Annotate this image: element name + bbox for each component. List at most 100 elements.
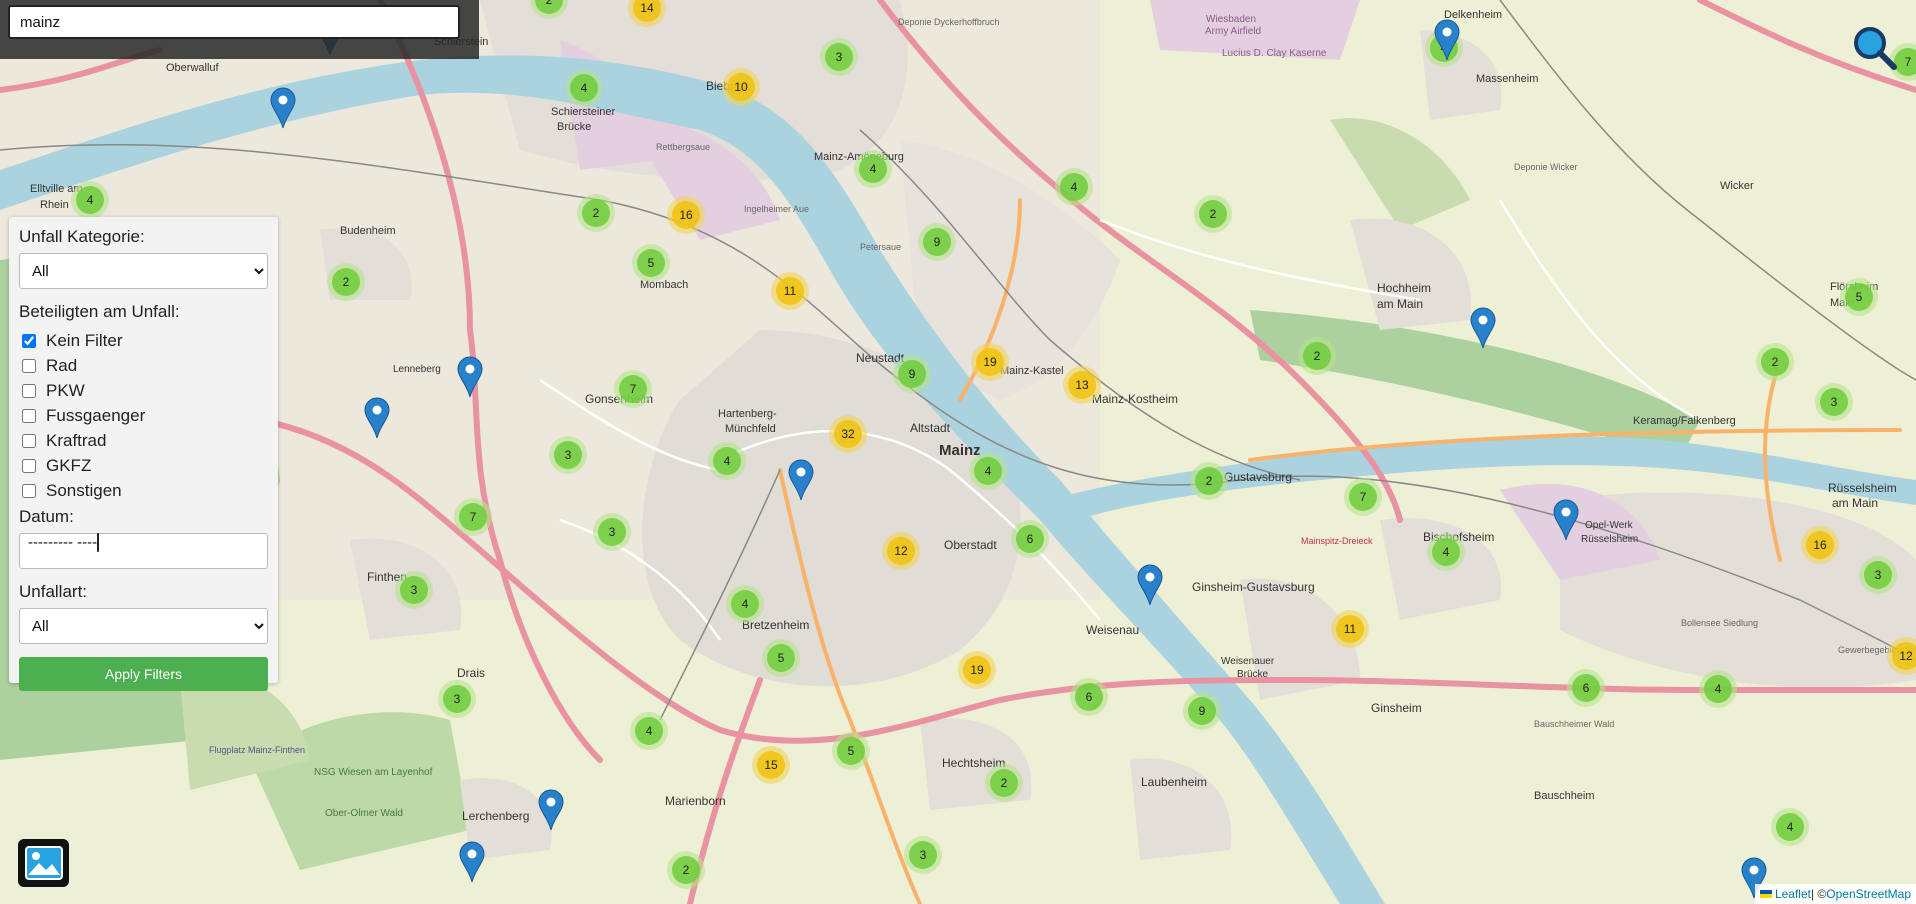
- image-icon[interactable]: [18, 839, 69, 887]
- place-label: Delkenheim: [1444, 9, 1502, 21]
- cluster-marker[interactable]: 4: [1699, 670, 1737, 708]
- cluster-marker[interactable]: 32: [829, 415, 867, 453]
- cluster-marker[interactable]: 10: [722, 68, 760, 106]
- place-label: Brücke: [557, 121, 591, 133]
- place-label: Mainz: [939, 442, 981, 459]
- cluster-marker[interactable]: 11: [771, 272, 809, 310]
- cluster-marker[interactable]: 13: [1063, 366, 1101, 404]
- cluster-marker[interactable]: 7: [614, 370, 652, 408]
- participant-label: Rad: [46, 355, 78, 375]
- type-select[interactable]: All: [19, 608, 268, 644]
- cluster-marker[interactable]: 2: [1194, 195, 1232, 233]
- cluster-marker[interactable]: 2: [667, 851, 705, 889]
- cluster-marker[interactable]: 19: [958, 651, 996, 689]
- place-label: Rüsselsheim: [1828, 481, 1897, 495]
- cluster-count: 5: [778, 651, 785, 665]
- apply-filters-button[interactable]: Apply Filters: [19, 657, 268, 691]
- cluster-marker[interactable]: 4: [708, 442, 746, 480]
- calendar-icon[interactable]: [97, 533, 100, 552]
- cluster-marker[interactable]: 19: [971, 343, 1009, 381]
- cluster-marker[interactable]: 5: [832, 732, 870, 770]
- cluster-marker[interactable]: 2: [985, 764, 1023, 802]
- cluster-marker[interactable]: 3: [904, 836, 942, 874]
- cluster-marker[interactable]: 9: [893, 355, 931, 393]
- cluster-marker[interactable]: 2: [1756, 343, 1794, 381]
- place-label: Oberstadt: [944, 538, 997, 552]
- cluster-marker[interactable]: 7: [1344, 478, 1382, 516]
- cluster-count: 2: [1314, 349, 1321, 363]
- cluster-marker[interactable]: 4: [565, 69, 603, 107]
- cluster-marker[interactable]: 5: [632, 244, 670, 282]
- cluster-count: 3: [1875, 568, 1882, 582]
- map-canvas[interactable]: Delkenheim Massenheim Wicker Oberwalluf …: [0, 0, 1916, 904]
- participant-option[interactable]: PKW: [19, 378, 268, 403]
- participant-option[interactable]: Sonstigen: [19, 478, 268, 503]
- magnifier-icon[interactable]: [1852, 25, 1898, 71]
- cluster-marker[interactable]: 5: [762, 639, 800, 677]
- cluster-marker[interactable]: 4: [630, 712, 668, 750]
- participant-label: Kein Filter: [46, 330, 123, 350]
- participant-checkbox[interactable]: [22, 383, 36, 398]
- osm-link[interactable]: OpenStreetMap: [1826, 887, 1911, 901]
- cluster-marker[interactable]: 4: [1055, 168, 1093, 206]
- cluster-marker[interactable]: 6: [1567, 669, 1605, 707]
- place-label: Lucius D. Clay Kaserne: [1222, 48, 1327, 59]
- place-label: Lerchenberg: [462, 809, 529, 823]
- leaflet-link[interactable]: Leaflet: [1775, 887, 1811, 901]
- participant-option[interactable]: Rad: [19, 353, 268, 378]
- cluster-marker[interactable]: 16: [667, 196, 705, 234]
- cluster-marker[interactable]: 15: [752, 746, 790, 784]
- participant-checkbox[interactable]: [22, 458, 36, 473]
- cluster-marker[interactable]: 2: [1298, 337, 1336, 375]
- date-input[interactable]: --------- ----: [19, 533, 268, 569]
- cluster-marker[interactable]: 11: [1331, 610, 1369, 648]
- category-select[interactable]: All: [19, 253, 268, 289]
- participant-checkbox[interactable]: [22, 408, 36, 423]
- cluster-marker[interactable]: 4: [969, 452, 1007, 490]
- participant-option[interactable]: GKFZ: [19, 453, 268, 478]
- cluster-marker[interactable]: 4: [854, 150, 892, 188]
- participant-checkbox[interactable]: [22, 483, 36, 498]
- participant-checkbox[interactable]: [22, 333, 36, 348]
- place-label: NSG Wiesen am Layenhof: [314, 767, 433, 778]
- participant-label: Fussgaenger: [46, 405, 146, 425]
- place-label: Altstadt: [910, 421, 951, 435]
- cluster-marker[interactable]: 7: [454, 498, 492, 536]
- cluster-count: 15: [764, 758, 778, 772]
- cluster-marker[interactable]: 5: [1840, 278, 1878, 316]
- cluster-marker[interactable]: 3: [1815, 383, 1853, 421]
- place-label: Brücke: [1237, 669, 1269, 680]
- cluster-marker[interactable]: 16: [1801, 526, 1839, 564]
- cluster-marker[interactable]: 3: [593, 513, 631, 551]
- cluster-marker[interactable]: 6: [1011, 520, 1049, 558]
- cluster-marker[interactable]: 4: [1771, 808, 1809, 846]
- cluster-marker[interactable]: 4: [1427, 533, 1465, 571]
- participant-option[interactable]: Kraftrad: [19, 428, 268, 453]
- place-label: Deponie Wicker: [1514, 162, 1578, 172]
- participant-option[interactable]: Kein Filter: [19, 328, 268, 353]
- cluster-marker[interactable]: 9: [918, 223, 956, 261]
- cluster-count: 3: [836, 50, 843, 64]
- cluster-marker[interactable]: 4: [71, 181, 109, 219]
- cluster-count: 3: [920, 848, 927, 862]
- cluster-marker[interactable]: 2: [577, 194, 615, 232]
- cluster-marker[interactable]: 3: [438, 680, 476, 718]
- type-label: Unfallart:: [19, 582, 88, 601]
- cluster-marker[interactable]: 2: [327, 263, 365, 301]
- cluster-marker[interactable]: 9: [1183, 692, 1221, 730]
- search-input[interactable]: [8, 5, 460, 39]
- cluster-marker[interactable]: 4: [726, 585, 764, 623]
- cluster-marker[interactable]: 3: [395, 571, 433, 609]
- participant-checkbox[interactable]: [22, 358, 36, 373]
- cluster-count: 16: [1813, 538, 1827, 552]
- place-label: Wicker: [1720, 180, 1754, 192]
- participant-option[interactable]: Fussgaenger: [19, 403, 268, 428]
- cluster-count: 2: [1772, 355, 1779, 369]
- cluster-marker[interactable]: 2: [1190, 462, 1228, 500]
- participant-checkbox[interactable]: [22, 433, 36, 448]
- cluster-marker[interactable]: 12: [882, 532, 920, 570]
- cluster-marker[interactable]: 3: [820, 38, 858, 76]
- cluster-marker[interactable]: 6: [1070, 678, 1108, 716]
- cluster-marker[interactable]: 3: [549, 436, 587, 474]
- cluster-marker[interactable]: 3: [1859, 556, 1897, 594]
